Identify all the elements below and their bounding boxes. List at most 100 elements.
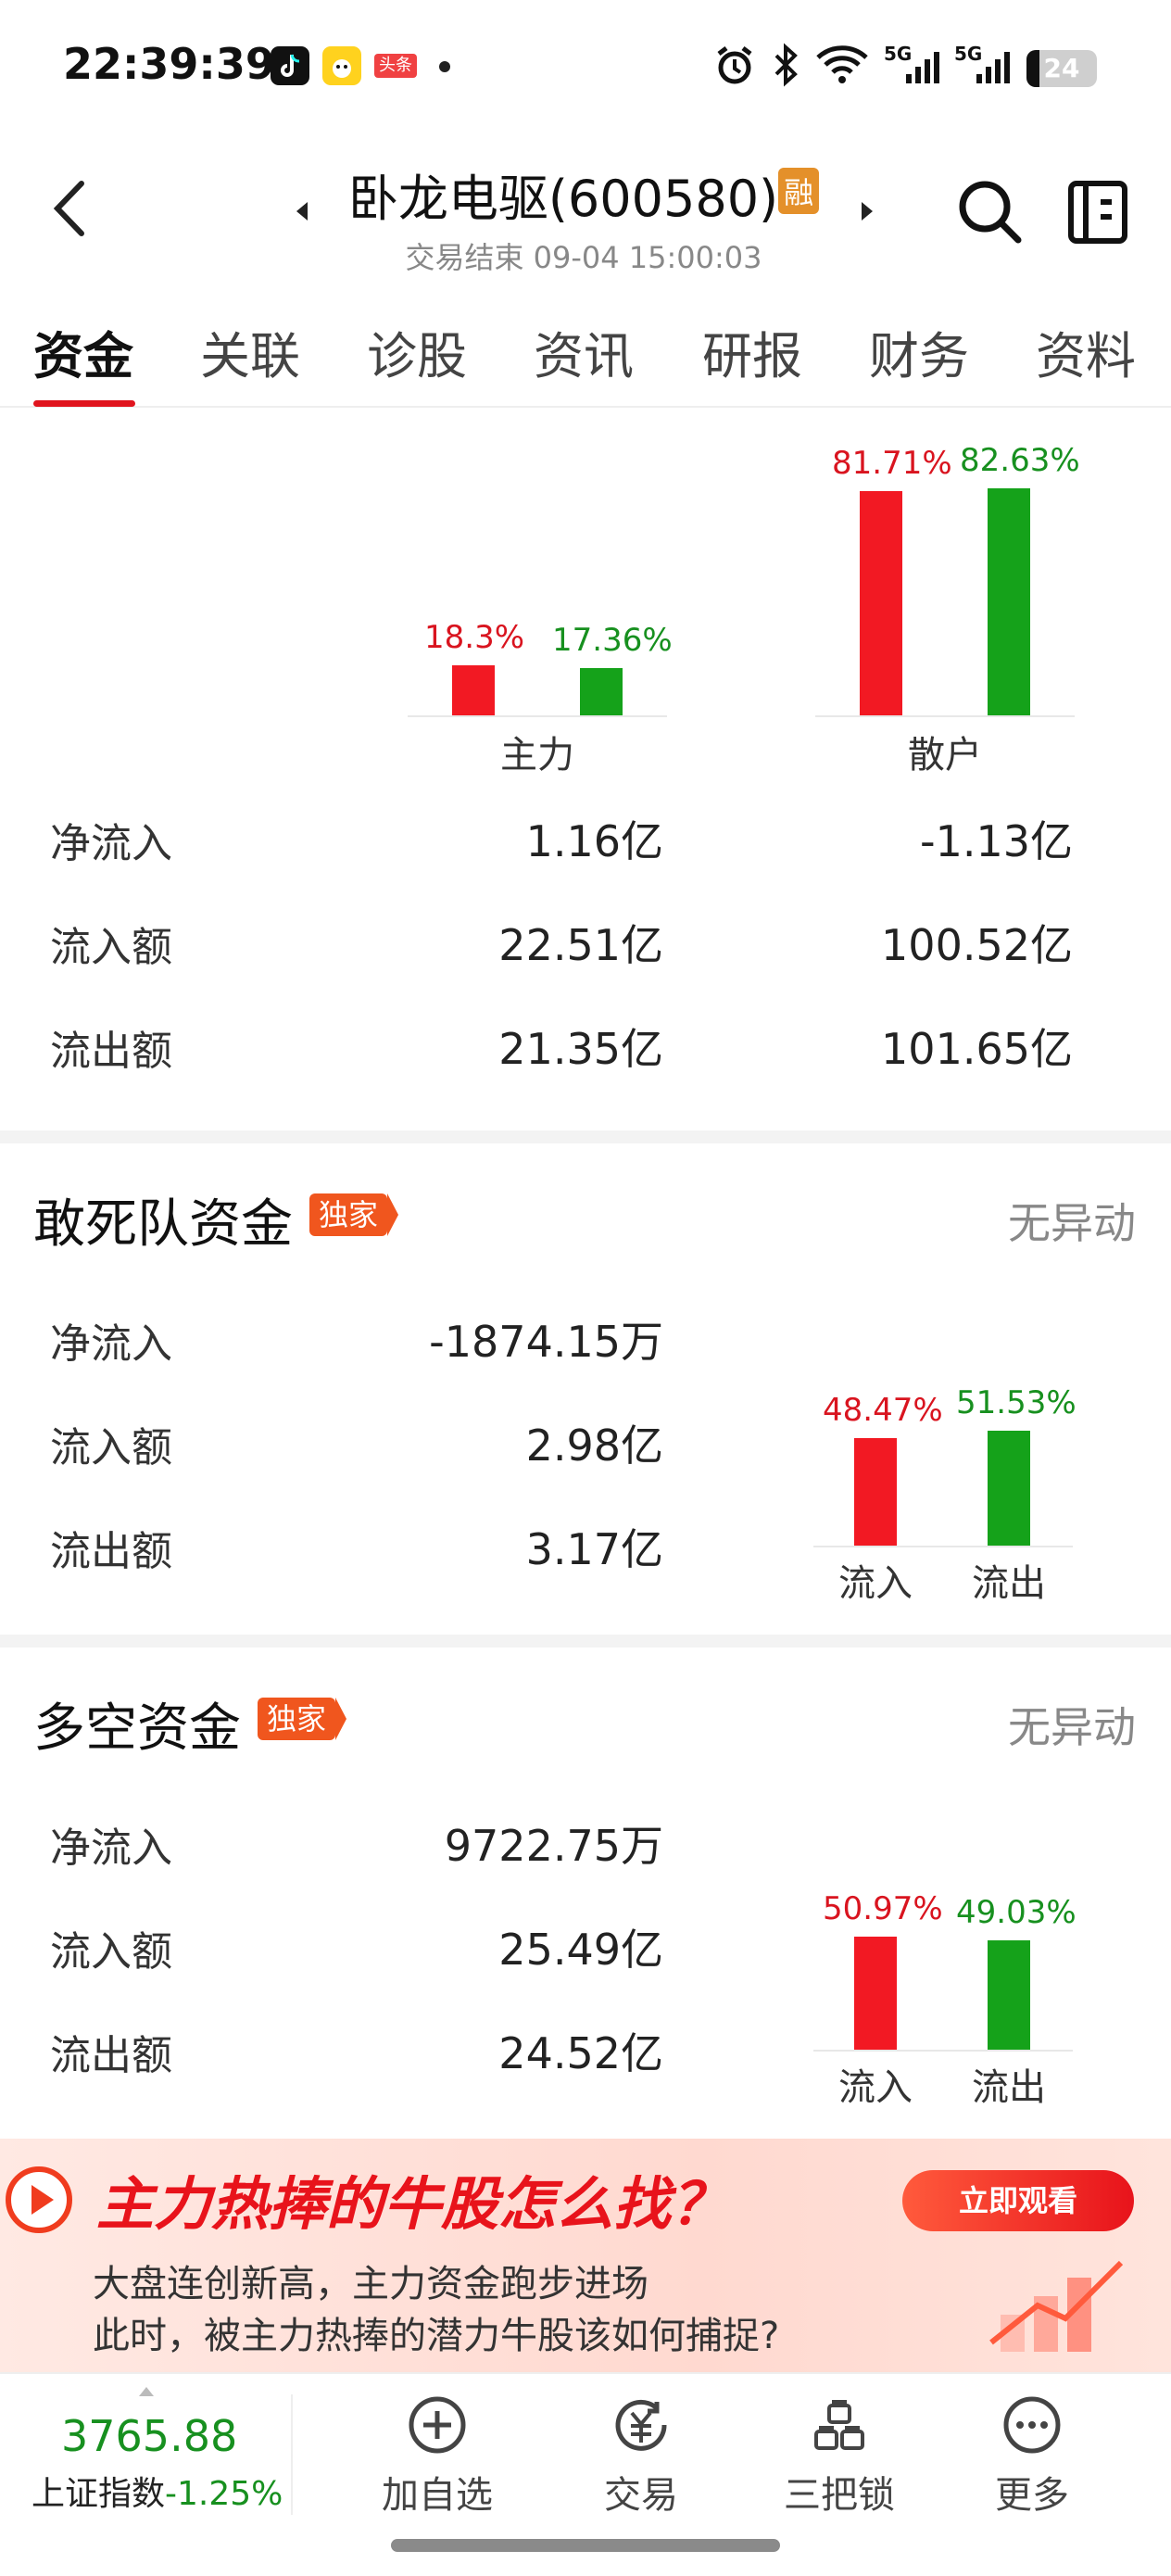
chart-baseline [408,715,667,717]
outflow-bar [988,488,1030,715]
section-divider [0,1635,1171,1648]
long-short-chart: 50.97% 流入 49.03% 流出 [797,1885,1093,2116]
more-button[interactable]: 更多 [958,2394,1106,2519]
retail-inflow: 100.52亿 [881,920,1073,970]
chick-app-icon [322,46,361,85]
add-watchlist-button[interactable]: 加自选 [363,2394,511,2519]
capital-distribution-chart: 18.3% 17.36% 主力 81.71% 82.63% 散户 [0,426,1171,778]
inflow-bar [854,1937,897,2050]
chart-baseline [813,1546,1073,1547]
main-inflow: 22.51亿 [498,920,663,970]
retail-outflow: 101.65亿 [881,1024,1073,1074]
chart-category-label: 散户 [908,734,982,777]
tab-related[interactable]: 关联 [200,315,300,388]
long-short-title: 多空资金 [33,1698,241,1759]
tab-profile[interactable]: 资料 [1036,315,1136,388]
inflow-bar [854,1438,897,1546]
bluetooth-icon [774,43,798,87]
promo-banner[interactable]: 主力热捧的牛股怎么找？ 大盘连创新高，主力资金跑步进场 此时，被主力热捧的潜力牛… [0,2139,1171,2372]
add-watchlist-label: 加自选 [382,2474,493,2517]
long-short-status: 无异动 [1008,1702,1136,1752]
next-stock-arrow-icon[interactable] [862,202,873,221]
bar-percent-label: 82.63% [960,442,1080,479]
bar-percent-label: 48.47% [823,1392,943,1429]
exclusive-badge: 独家 [258,1698,347,1740]
tab-news[interactable]: 资讯 [534,315,634,388]
main-outflow: 21.35亿 [498,1024,663,1074]
page-title: 卧龙电驱(600580) [347,170,779,228]
trade-label: 交易 [604,2474,678,2517]
inflow-bar [860,491,902,715]
alarm-icon [717,46,752,84]
tab-funds[interactable]: 资金 [33,315,133,388]
retail-net-inflow: -1.13亿 [919,816,1073,866]
bar-percent-label: 17.36% [552,622,673,659]
tab-bar: 资金 关联 诊股 资讯 研报 财务 资料 [0,315,1171,408]
battery-icon: 24 [1026,50,1097,87]
status-time: 22:39:39 [63,39,275,89]
net-inflow-label: 净流入 [50,1825,172,1872]
nav-separator [291,2394,293,2515]
ls-net-inflow: 9722.75万 [444,1821,663,1871]
dare-net-inflow: -1874.15万 [429,1317,663,1367]
yuan-circle-icon [615,2399,667,2451]
watch-now-button[interactable]: 立即观看 [902,2170,1134,2231]
bar-percent-label: 51.53% [956,1384,1077,1421]
active-tab-indicator [33,400,135,407]
dare-inflow: 2.98亿 [525,1421,663,1471]
signal-2-icon: 5G [954,43,1012,87]
outflow-label: 流出额 [50,2032,172,2079]
inflow-label: 流入额 [50,1424,172,1471]
outflow-label: 流出额 [50,1528,172,1575]
inflow-label: 流入额 [50,1928,172,1976]
chart-baseline [813,2050,1073,2052]
bar-percent-label: 50.97% [823,1890,943,1927]
outflow-bar [988,1940,1030,2050]
expand-caret-icon[interactable] [139,2387,154,2396]
trade-status: 交易结束 09-04 15:00:03 [405,240,762,275]
dare-squad-status: 无异动 [1008,1198,1136,1248]
home-indicator[interactable] [391,2539,780,2552]
tiktok-icon [271,46,309,85]
ls-outflow: 24.52亿 [498,2028,663,2078]
chart-baseline [815,715,1075,717]
three-locks-button[interactable]: 三把锁 [765,2394,913,2519]
signal-1-icon: 5G [884,43,941,87]
exclusive-badge: 独家 [309,1193,399,1236]
trade-button[interactable]: 交易 [567,2394,715,2519]
index-name: 上证指数 [31,2475,166,2513]
tab-finance[interactable]: 财务 [869,315,969,388]
three-locks-label: 三把锁 [784,2474,895,2517]
toutiao-icon: 头条 [374,54,417,78]
search-icon[interactable] [954,176,1025,246]
margin-badge: 融 [778,168,820,214]
dare-squad-chart: 48.47% 流入 51.53% 流出 [797,1381,1093,1612]
index-value[interactable]: 3765.88 [61,2411,237,2461]
chart-category-label: 流入 [838,2066,913,2109]
outflow-label: 流出额 [50,1028,172,1075]
tab-research[interactable]: 研报 [702,315,802,388]
ls-inflow: 25.49亿 [498,1925,663,1975]
dare-outflow: 3.17亿 [525,1524,663,1574]
chart-category-label: 流入 [838,1562,913,1605]
play-icon [6,2166,72,2233]
net-inflow-label: 净流入 [50,820,172,867]
lock-stack-icon [814,2400,864,2450]
chart-category-label: 流出 [972,1562,1046,1605]
banner-headline: 主力热捧的牛股怎么找？ [96,2170,729,2238]
wifi-icon [816,45,868,83]
chart-category-label: 主力 [500,734,574,777]
bar-percent-label: 81.71% [832,445,952,482]
banner-line-1: 大盘连创新高，主力资金跑步进场 [93,2263,648,2305]
inflow-bar [452,665,495,715]
index-change: -1.25% [165,2475,283,2513]
back-arrow-icon[interactable] [44,176,100,241]
bar-percent-label: 18.3% [424,619,525,656]
chart-category-label: 流出 [972,2066,1046,2109]
net-inflow-label: 净流入 [50,1320,172,1368]
tab-diagnosis[interactable]: 诊股 [367,315,467,388]
share-icon[interactable] [1065,176,1130,246]
section-divider [0,1130,1171,1143]
status-bar: 22:39:39 头条 5G 5G 24 [0,0,1171,139]
header-title-block: 卧龙电驱(600580) 融 交易结束 09-04 15:00:03 [278,158,889,277]
